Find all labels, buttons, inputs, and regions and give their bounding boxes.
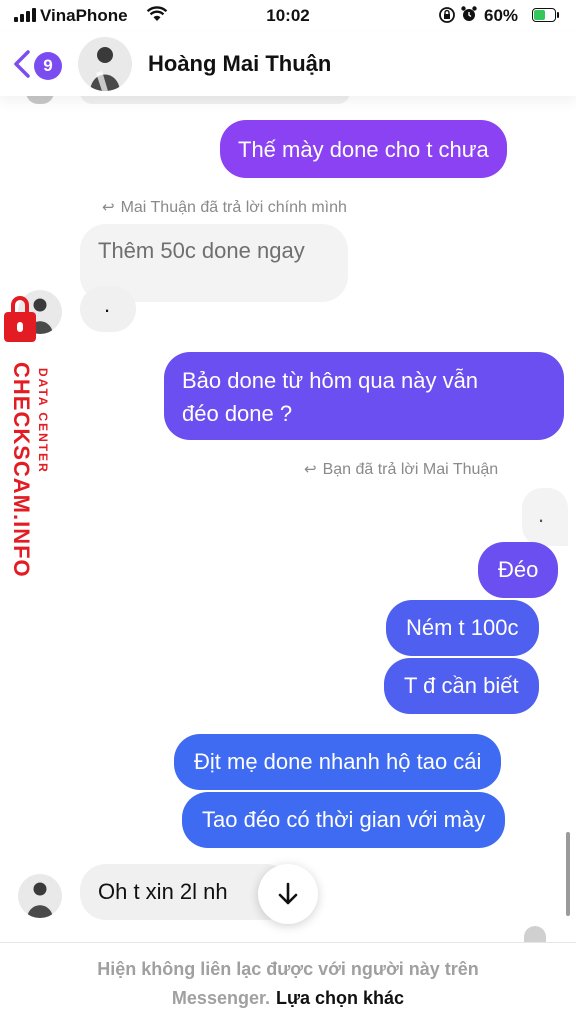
watermark-brand: CHECKSCAM.INFO (9, 362, 34, 578)
scrollbar[interactable] (566, 832, 570, 916)
orientation-lock-icon (438, 6, 456, 28)
battery-percent: 60% (484, 6, 519, 25)
status-bar: VinaPhone 10:02 60% (0, 0, 576, 32)
reply-arrow-icon: ↩ (304, 461, 317, 478)
battery-cap (557, 12, 559, 18)
back-chevron-icon[interactable] (8, 46, 36, 82)
checkscam-watermark: CHECKSCAM.INFO DATA CENTER (0, 290, 66, 590)
message-line: đéo done ? (182, 401, 293, 426)
quoted-message-text: . (538, 502, 545, 527)
message-bubble-outgoing[interactable]: Đéo (478, 542, 559, 598)
reply-indicator: ↩ Mai Thuận đã trả lời chính mình (102, 198, 347, 217)
footer-notice-prefix: Messenger. (171, 988, 270, 1008)
message-bubble-outgoing[interactable]: Bảo done từ hôm qua này vẫn đéo done ? (164, 352, 564, 440)
padlock-keyhole (17, 322, 23, 332)
scroll-to-bottom-button[interactable] (258, 864, 318, 924)
message-bubble-incoming[interactable]: . (80, 286, 136, 332)
chat-header: 9 Hoàng Mai Thuận (0, 32, 576, 96)
contact-avatar-small (18, 874, 62, 918)
contact-avatar[interactable] (78, 37, 132, 91)
other-options-link[interactable]: Lựa chọn khác (276, 988, 404, 1008)
message-line: Bảo done từ hôm qua này vẫn (182, 368, 479, 393)
footer-notice-line2: Messenger. Lựa chọn khác (0, 988, 576, 1009)
seen-receipt-avatar (524, 926, 546, 942)
quoted-message-bubble[interactable]: . (522, 488, 568, 546)
unavailable-footer: Hiện không liên lạc được với người này t… (0, 942, 576, 1024)
message-bubble-outgoing[interactable]: Tao đéo có thời gian với mày (182, 792, 506, 848)
reply-note-text: Bạn đã trả lời Mai Thuận (322, 461, 499, 478)
message-bubble-outgoing[interactable]: Địt mẹ done nhanh hộ tao cái (174, 734, 502, 790)
message-bubble-outgoing[interactable]: Ném t 100c (386, 600, 539, 656)
footer-notice-line1: Hiện không liên lạc được với người này t… (97, 959, 479, 979)
reply-arrow-icon: ↩ (102, 199, 115, 216)
battery-charging-icon (532, 8, 556, 22)
message-bubble-outgoing[interactable]: T đ cần biết (384, 658, 539, 714)
reply-indicator: ↩ Bạn đã trả lời Mai Thuận (304, 460, 498, 479)
watermark-subtitle: DATA CENTER (36, 368, 50, 474)
message-bubble-outgoing[interactable]: Thế mày done cho t chưa (220, 120, 507, 178)
arrow-down-icon (278, 882, 298, 905)
alarm-icon (460, 5, 478, 28)
contact-name[interactable]: Hoàng Mai Thuận (148, 51, 331, 77)
reply-note-text: Mai Thuận đã trả lời chính mình (120, 199, 347, 216)
unread-count-badge[interactable]: 9 (34, 52, 62, 80)
